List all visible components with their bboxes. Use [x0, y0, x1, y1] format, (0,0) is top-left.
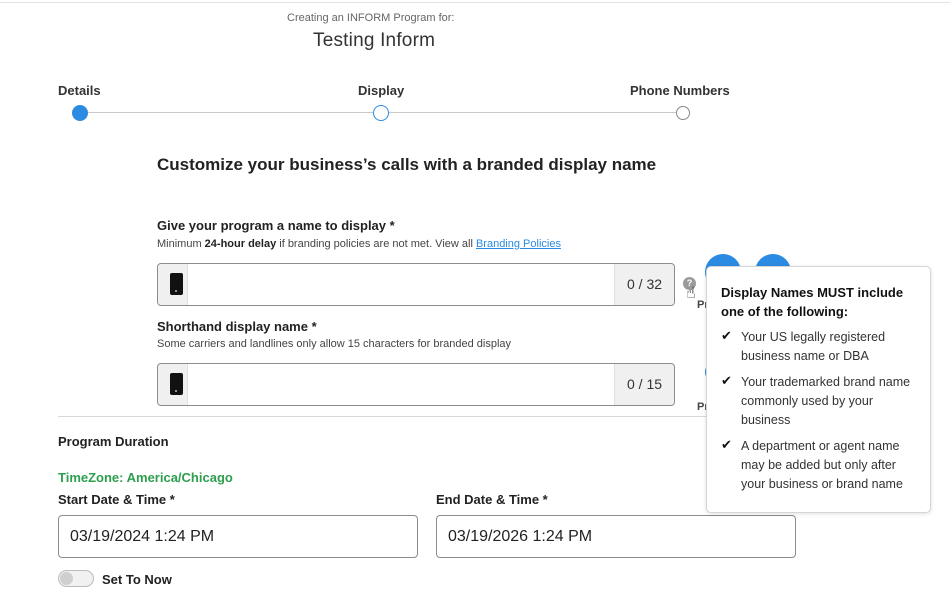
- shorthand-counter: 0 / 15: [614, 364, 674, 405]
- shorthand-label: Shorthand display name *: [157, 319, 317, 334]
- shorthand-field[interactable]: 0 / 15: [157, 363, 675, 406]
- tooltip-title: Display Names MUST include one of the fo…: [721, 285, 904, 319]
- page-subtitle: Creating an INFORM Program for:: [287, 12, 455, 24]
- display-name-help-suffix: if branding policies are not met. View a…: [276, 238, 476, 250]
- check-icon: ✔: [721, 373, 732, 388]
- section-heading: Customize your business’s calls with a b…: [157, 155, 657, 174]
- toggle-knob: [60, 572, 73, 585]
- display-name-label: Give your program a name to display *: [157, 218, 395, 233]
- display-name-input[interactable]: [190, 264, 610, 305]
- phone-icon: [170, 373, 183, 395]
- step-dot-phone-numbers[interactable]: [676, 106, 690, 120]
- shorthand-help: Some carriers and landlines only allow 1…: [157, 338, 512, 350]
- display-name-counter: 0 / 32: [614, 264, 674, 305]
- display-name-tooltip: Display Names MUST include one of the fo…: [706, 266, 931, 513]
- step-label-phone-numbers[interactable]: Phone Numbers: [630, 83, 730, 98]
- step-dot-display[interactable]: [373, 105, 389, 121]
- check-icon: ✔: [721, 437, 732, 452]
- top-divider: [0, 2, 950, 3]
- display-name-help-prefix: Minimum: [157, 238, 205, 250]
- display-name-help-bold: 24-hour delay: [204, 238, 277, 250]
- stepper-track-upcoming: [389, 112, 676, 113]
- page-title: Testing Inform: [313, 30, 436, 51]
- section-divider: [58, 416, 758, 417]
- display-name-field[interactable]: 0 / 32: [157, 263, 675, 306]
- step-label-display[interactable]: Display: [358, 83, 404, 98]
- check-icon: ✔: [721, 328, 732, 343]
- start-date-label: Start Date & Time *: [58, 492, 175, 507]
- branding-policies-link[interactable]: Branding Policies: [476, 238, 561, 250]
- program-duration-label: Program Duration: [58, 434, 169, 449]
- shorthand-prefix: [158, 364, 188, 405]
- display-name-help: Minimum 24-hour delay if branding polici…: [157, 238, 561, 250]
- tooltip-item-text: A department or agent name may be added …: [741, 439, 903, 491]
- phone-icon: [170, 273, 183, 295]
- display-name-prefix: [158, 264, 188, 305]
- tooltip-item-text: Your trademarked brand name commonly use…: [741, 375, 911, 427]
- step-dot-details[interactable]: [72, 105, 88, 121]
- end-date-label: End Date & Time *: [436, 492, 548, 507]
- set-to-now-label: Set To Now: [102, 572, 172, 587]
- hand-cursor-icon: ☝: [686, 285, 696, 302]
- timezone-label: TimeZone: America/Chicago: [58, 470, 233, 485]
- tooltip-item-text: Your US legally registered business name…: [741, 330, 886, 363]
- step-label-details[interactable]: Details: [58, 83, 101, 98]
- stepper-track-complete: [88, 112, 373, 113]
- set-to-now-toggle[interactable]: [58, 570, 94, 587]
- end-date-input[interactable]: 03/19/2026 1:24 PM: [436, 515, 796, 558]
- start-date-input[interactable]: 03/19/2024 1:24 PM: [58, 515, 418, 558]
- shorthand-input[interactable]: [190, 364, 610, 405]
